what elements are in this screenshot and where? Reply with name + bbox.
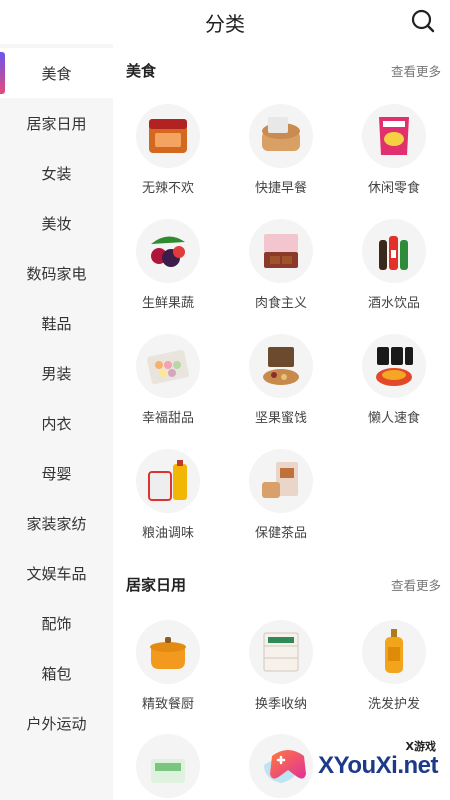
tile-label: 肉食主义 bbox=[254, 296, 307, 311]
tea-box-icon bbox=[249, 449, 313, 513]
tile-label: 休闲零食 bbox=[367, 181, 420, 196]
sidebar-item-bags[interactable]: 箱包 bbox=[0, 648, 113, 698]
fruit-icon bbox=[136, 219, 200, 283]
category-tile[interactable] bbox=[113, 734, 223, 800]
sidebar-item-electronics[interactable]: 数码家电 bbox=[0, 248, 113, 298]
category-tile[interactable]: 幸福甜品 bbox=[113, 334, 223, 434]
sidebar-item-label: 居家日用 bbox=[26, 114, 87, 133]
category-tile[interactable]: 肉食主义 bbox=[226, 219, 336, 319]
tile-label: 懒人速食 bbox=[367, 411, 420, 426]
top-bar: 分类 bbox=[0, 0, 450, 44]
watermark-text: XYouXi.net bbox=[318, 752, 438, 779]
sidebar-item-label: 母婴 bbox=[41, 464, 72, 483]
category-tile[interactable]: 换季收纳 bbox=[226, 620, 336, 720]
tile-label: 无辣不欢 bbox=[141, 181, 194, 196]
tile-label: 酒水饮品 bbox=[367, 296, 420, 311]
sidebar-item-home-textile[interactable]: 家装家纺 bbox=[0, 498, 113, 548]
sidebar-item-label: 美食 bbox=[41, 64, 72, 83]
category-content: 美食 查看更多 无辣不欢 快捷早餐 休闲零食 生鲜果蔬 肉食主义 酒水饮品 幸福… bbox=[113, 44, 450, 800]
category-tile[interactable]: 快捷早餐 bbox=[226, 104, 336, 204]
category-tile[interactable]: 坚果蜜饯 bbox=[226, 334, 336, 434]
shampoo-bottle-icon bbox=[362, 620, 426, 684]
view-more-link[interactable]: 查看更多 bbox=[391, 575, 441, 594]
tile-label: 坚果蜜饯 bbox=[254, 411, 307, 426]
sidebar-item-accessories[interactable]: 配饰 bbox=[0, 598, 113, 648]
sidebar-item-label: 男装 bbox=[41, 364, 72, 383]
sidebar-item-baby[interactable]: 母婴 bbox=[0, 448, 113, 498]
section-title: 美食 bbox=[126, 62, 157, 80]
category-tile[interactable]: 精致餐厨 bbox=[113, 620, 223, 720]
sidebar-item-menswear[interactable]: 男装 bbox=[0, 348, 113, 398]
sidebar-item-shoes[interactable]: 鞋品 bbox=[0, 298, 113, 348]
sidebar-item-label: 配饰 bbox=[41, 614, 72, 633]
gamepad-logo-icon bbox=[270, 750, 306, 779]
tile-label: 保健茶品 bbox=[254, 526, 307, 541]
category-tile[interactable]: 洗发护发 bbox=[339, 620, 449, 720]
category-tile[interactable]: 无辣不欢 bbox=[113, 104, 223, 204]
category-tile[interactable]: 生鲜果蔬 bbox=[113, 219, 223, 319]
instant-noodle-icon bbox=[362, 334, 426, 398]
page-title: 分类 bbox=[205, 12, 245, 36]
chips-bag-icon bbox=[362, 104, 426, 168]
section-header-household: 居家日用 查看更多 bbox=[126, 574, 441, 598]
rice-oil-icon bbox=[136, 449, 200, 513]
sidebar-item-label: 数码家电 bbox=[26, 264, 87, 283]
sidebar-item-entertainment-car[interactable]: 文娱车品 bbox=[0, 548, 113, 598]
sidebar-item-label: 美妆 bbox=[41, 214, 72, 233]
macaron-box-icon bbox=[136, 334, 200, 398]
tile-label: 幸福甜品 bbox=[141, 411, 194, 426]
bread-icon bbox=[249, 104, 313, 168]
sidebar-item-label: 文娱车品 bbox=[26, 564, 87, 583]
sidebar-item-outdoor[interactable]: 户外运动 bbox=[0, 698, 113, 748]
tile-label: 换季收纳 bbox=[254, 697, 307, 712]
category-tile[interactable]: 休闲零食 bbox=[339, 104, 449, 204]
tile-label: 生鲜果蔬 bbox=[141, 296, 194, 311]
sidebar-item-food[interactable]: 美食 bbox=[0, 48, 113, 98]
sidebar-item-label: 家装家纺 bbox=[26, 514, 87, 533]
sidebar-item-label: 箱包 bbox=[41, 664, 72, 683]
category-tile[interactable]: 懒人速食 bbox=[339, 334, 449, 434]
spicy-snack-icon bbox=[136, 104, 200, 168]
sidebar-item-label: 女装 bbox=[41, 164, 72, 183]
site-watermark: X游戏 XYouXi.net bbox=[264, 736, 442, 792]
view-more-link[interactable]: 查看更多 bbox=[391, 61, 441, 80]
sidebar-item-womenswear[interactable]: 女装 bbox=[0, 148, 113, 198]
category-tile[interactable]: 粮油调味 bbox=[113, 449, 223, 549]
meat-icon bbox=[249, 219, 313, 283]
category-sidebar: 美食 居家日用 女装 美妆 数码家电 鞋品 男装 内衣 母婴 家装家纺 文娱车品… bbox=[0, 44, 113, 800]
nuts-icon bbox=[249, 334, 313, 398]
search-icon[interactable] bbox=[410, 8, 436, 34]
category-tile[interactable]: 保健茶品 bbox=[226, 449, 336, 549]
tile-label: 精致餐厨 bbox=[141, 697, 194, 712]
sidebar-item-label: 内衣 bbox=[41, 414, 72, 433]
section-header-food: 美食 查看更多 bbox=[126, 60, 441, 84]
sidebar-item-label: 户外运动 bbox=[26, 714, 87, 733]
category-tile[interactable]: 酒水饮品 bbox=[339, 219, 449, 319]
tile-label: 粮油调味 bbox=[141, 526, 194, 541]
tissue-box-icon bbox=[136, 734, 200, 798]
storage-box-icon bbox=[249, 620, 313, 684]
tile-label: 快捷早餐 bbox=[254, 181, 307, 196]
sidebar-item-household[interactable]: 居家日用 bbox=[0, 98, 113, 148]
sidebar-item-cosmetics[interactable]: 美妆 bbox=[0, 198, 113, 248]
sidebar-item-underwear[interactable]: 内衣 bbox=[0, 398, 113, 448]
bottles-icon bbox=[362, 219, 426, 283]
sidebar-item-label: 鞋品 bbox=[41, 314, 72, 333]
tile-label: 洗发护发 bbox=[367, 697, 420, 712]
section-title: 居家日用 bbox=[126, 576, 187, 594]
pot-icon bbox=[136, 620, 200, 684]
